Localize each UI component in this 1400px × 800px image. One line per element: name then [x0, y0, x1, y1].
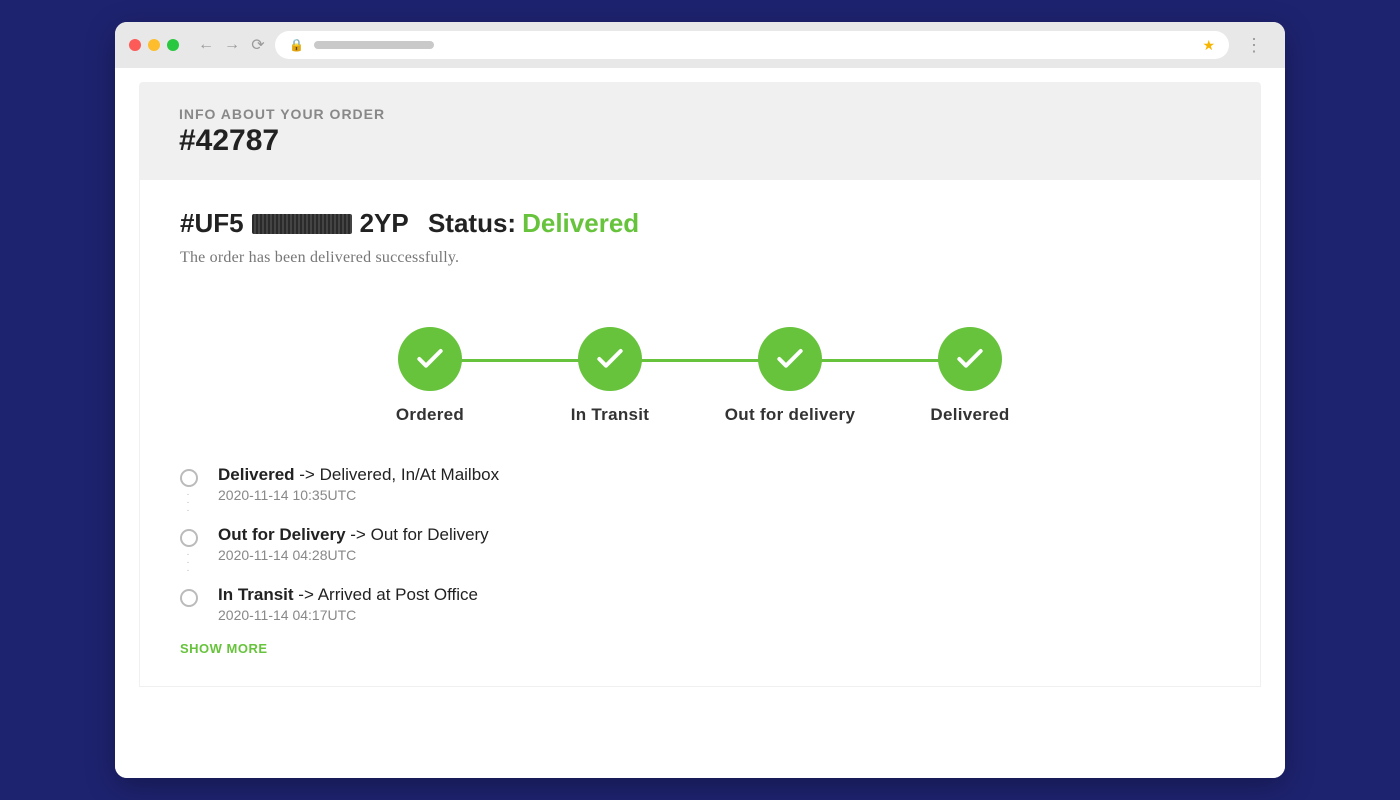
browser-chrome: ← → ⟳ 🔒 ★ ⋮ — [115, 22, 1285, 68]
tracking-heading: #UF5 2YP Status: Delivered — [180, 208, 1220, 239]
check-icon — [398, 327, 462, 391]
event-stage: In Transit — [218, 585, 294, 604]
back-icon[interactable]: ← — [197, 36, 215, 54]
step-delivered: Delivered — [880, 327, 1060, 425]
page-body: INFO ABOUT YOUR ORDER #42787 #UF5 2YP Sta… — [115, 68, 1285, 778]
timeline-dot-icon — [180, 589, 198, 607]
check-icon — [578, 327, 642, 391]
bookmark-star-icon[interactable]: ★ — [1202, 37, 1215, 54]
step-label: In Transit — [571, 405, 650, 425]
order-header: INFO ABOUT YOUR ORDER #42787 — [139, 82, 1261, 180]
event-detail: Arrived at Post Office — [318, 585, 478, 604]
event-stage: Out for Delivery — [218, 525, 346, 544]
event-list: ··· Delivered -> Delivered, In/At Mailbo… — [180, 465, 1220, 623]
step-in-transit: In Transit — [520, 327, 700, 425]
event-detail: Out for Delivery — [371, 525, 489, 544]
tracking-subtext: The order has been delivered successfull… — [180, 249, 1220, 267]
maximize-window-icon[interactable] — [167, 39, 179, 51]
event-detail: Delivered, In/At Mailbox — [320, 465, 500, 484]
event-item: ··· Delivered -> Delivered, In/At Mailbo… — [180, 465, 1220, 519]
timeline-connector: ··· — [186, 547, 191, 579]
event-arrow: -> — [295, 465, 320, 484]
step-label: Delivered — [930, 405, 1009, 425]
url-redacted — [314, 41, 434, 49]
event-time: 2020-11-14 04:17UTC — [218, 607, 478, 623]
event-title: Out for Delivery -> Out for Delivery — [218, 525, 489, 545]
show-more-button[interactable]: SHOW MORE — [180, 641, 1220, 656]
reload-icon[interactable]: ⟳ — [249, 35, 267, 55]
order-number: #42787 — [179, 124, 1221, 158]
window-controls — [129, 39, 179, 51]
step-label: Out for delivery — [725, 405, 855, 425]
check-icon — [938, 327, 1002, 391]
event-arrow: -> — [294, 585, 318, 604]
browser-window: ← → ⟳ 🔒 ★ ⋮ INFO ABOUT YOUR ORDER #42787… — [115, 22, 1285, 778]
event-stage: Delivered — [218, 465, 295, 484]
progress-steps: Ordered In Transit Out for delivery — [340, 327, 1060, 425]
close-window-icon[interactable] — [129, 39, 141, 51]
status-value: Delivered — [522, 208, 639, 239]
timeline-dot-icon — [180, 529, 198, 547]
tracking-redacted — [252, 214, 352, 234]
lock-icon: 🔒 — [289, 38, 304, 52]
event-item: ··· Out for Delivery -> Out for Delivery… — [180, 525, 1220, 579]
timeline-connector: ··· — [186, 487, 191, 519]
header-eyebrow: INFO ABOUT YOUR ORDER — [179, 106, 1221, 122]
event-title: In Transit -> Arrived at Post Office — [218, 585, 478, 605]
tracking-suffix: 2YP — [360, 208, 409, 239]
tracking-prefix: #UF5 — [180, 208, 244, 239]
minimize-window-icon[interactable] — [148, 39, 160, 51]
event-title: Delivered -> Delivered, In/At Mailbox — [218, 465, 499, 485]
event-arrow: -> — [346, 525, 371, 544]
step-ordered: Ordered — [340, 327, 520, 425]
status-label: Status: — [428, 208, 516, 239]
order-content: #UF5 2YP Status: Delivered The order has … — [139, 180, 1261, 687]
forward-icon[interactable]: → — [223, 36, 241, 54]
address-bar[interactable]: 🔒 ★ — [275, 31, 1229, 59]
event-time: 2020-11-14 04:28UTC — [218, 547, 489, 563]
step-out-for-delivery: Out for delivery — [700, 327, 880, 425]
browser-menu-icon[interactable]: ⋮ — [1237, 35, 1271, 56]
event-item: In Transit -> Arrived at Post Office 202… — [180, 585, 1220, 623]
timeline-dot-icon — [180, 469, 198, 487]
check-icon — [758, 327, 822, 391]
step-label: Ordered — [396, 405, 464, 425]
event-time: 2020-11-14 10:35UTC — [218, 487, 499, 503]
